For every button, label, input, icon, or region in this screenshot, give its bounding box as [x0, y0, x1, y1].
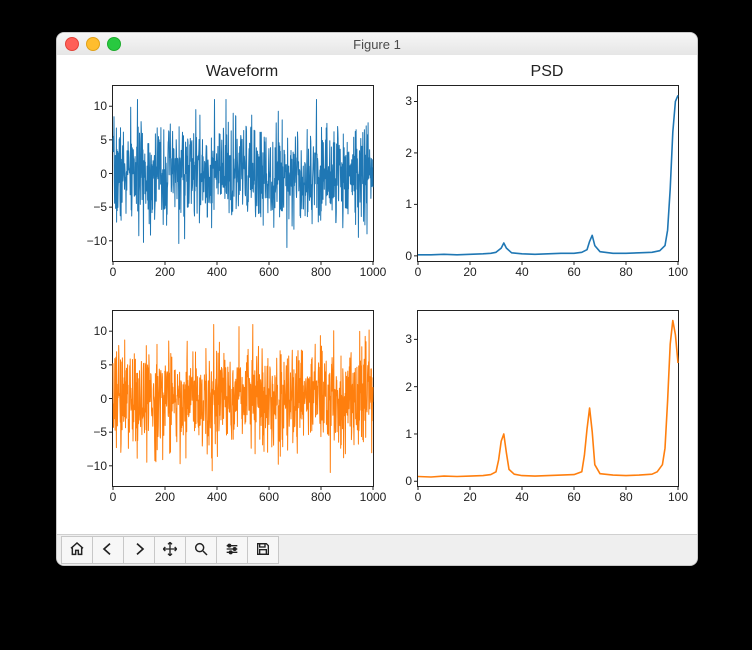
x-tick-label: 0 — [415, 490, 422, 504]
close-icon[interactable] — [65, 37, 79, 51]
x-tick-label: 200 — [155, 265, 175, 279]
plot-box[interactable]: 0204060801000123 — [417, 85, 679, 262]
y-tick-label: 2 — [382, 146, 412, 160]
y-tick-label: 5 — [77, 133, 107, 147]
figure-canvas[interactable]: Waveform02004006008001000−10−50510PSD020… — [57, 55, 697, 535]
subplot-2: 02004006008001000−10−50510 — [112, 310, 372, 487]
x-tick-label: 20 — [463, 490, 476, 504]
chart-svg — [418, 86, 678, 261]
forward-button[interactable] — [123, 536, 155, 564]
pan-button[interactable] — [154, 536, 186, 564]
move-icon — [162, 541, 178, 560]
x-tick-label: 80 — [619, 265, 632, 279]
series-waveform1 — [113, 325, 373, 473]
y-tick-label: −5 — [77, 425, 107, 439]
y-tick-label: 1 — [382, 427, 412, 441]
subplot-0: Waveform02004006008001000−10−50510 — [112, 85, 372, 262]
x-tick-label: 60 — [567, 490, 580, 504]
home-icon — [69, 541, 85, 560]
y-tick-label: 2 — [382, 380, 412, 394]
y-tick-label: −10 — [77, 234, 107, 248]
back-button[interactable] — [92, 536, 124, 564]
y-tick-label: 10 — [77, 99, 107, 113]
x-tick-label: 0 — [110, 490, 117, 504]
x-tick-label: 100 — [668, 490, 688, 504]
minimize-icon[interactable] — [86, 37, 100, 51]
chart-svg — [418, 311, 678, 486]
app-window: Figure 1 Waveform02004006008001000−10−50… — [56, 32, 698, 566]
x-tick-label: 1000 — [360, 265, 387, 279]
x-tick-label: 100 — [668, 265, 688, 279]
x-tick-label: 400 — [207, 490, 227, 504]
arrow-right-icon — [131, 541, 147, 560]
matplotlib-toolbar — [57, 534, 697, 565]
x-tick-label: 40 — [515, 265, 528, 279]
titlebar[interactable]: Figure 1 — [57, 33, 697, 56]
y-tick-label: 3 — [382, 332, 412, 346]
x-tick-label: 1000 — [360, 490, 387, 504]
x-tick-label: 0 — [415, 265, 422, 279]
subplot-1: PSD0204060801000123 — [417, 85, 677, 262]
x-tick-label: 60 — [567, 265, 580, 279]
x-tick-label: 40 — [515, 490, 528, 504]
save-icon — [255, 541, 271, 560]
y-tick-label: 1 — [382, 197, 412, 211]
plot-box[interactable]: 02004006008001000−10−50510 — [112, 85, 374, 262]
home-button[interactable] — [61, 536, 93, 564]
series-psd1 — [418, 321, 678, 478]
window-title: Figure 1 — [57, 37, 697, 52]
y-tick-label: 0 — [77, 167, 107, 181]
y-tick-label: 10 — [77, 324, 107, 338]
y-tick-label: −5 — [77, 200, 107, 214]
sliders-icon — [224, 541, 240, 560]
arrow-left-icon — [100, 541, 116, 560]
series-waveform0 — [113, 100, 373, 248]
x-tick-label: 0 — [110, 265, 117, 279]
y-tick-label: 3 — [382, 94, 412, 108]
y-tick-label: 0 — [382, 474, 412, 488]
y-tick-label: −10 — [77, 459, 107, 473]
series-psd0 — [418, 95, 678, 255]
x-tick-label: 80 — [619, 490, 632, 504]
plot-box[interactable]: 02004006008001000−10−50510 — [112, 310, 374, 487]
y-tick-label: 0 — [77, 392, 107, 406]
zoom-button[interactable] — [185, 536, 217, 564]
subplot-3: 0204060801000123 — [417, 310, 677, 487]
search-icon — [193, 541, 209, 560]
chart-svg — [113, 311, 373, 486]
x-tick-label: 20 — [463, 265, 476, 279]
x-tick-label: 600 — [259, 490, 279, 504]
chart-title: Waveform — [112, 63, 372, 81]
x-tick-label: 600 — [259, 265, 279, 279]
x-tick-label: 200 — [155, 490, 175, 504]
x-tick-label: 400 — [207, 265, 227, 279]
y-tick-label: 5 — [77, 358, 107, 372]
window-controls — [65, 37, 121, 51]
chart-title: PSD — [417, 63, 677, 81]
y-tick-label: 0 — [382, 249, 412, 263]
save-button[interactable] — [247, 536, 279, 564]
zoom-window-icon[interactable] — [107, 37, 121, 51]
x-tick-label: 800 — [311, 490, 331, 504]
chart-svg — [113, 86, 373, 261]
configure-button[interactable] — [216, 536, 248, 564]
plot-box[interactable]: 0204060801000123 — [417, 310, 679, 487]
x-tick-label: 800 — [311, 265, 331, 279]
